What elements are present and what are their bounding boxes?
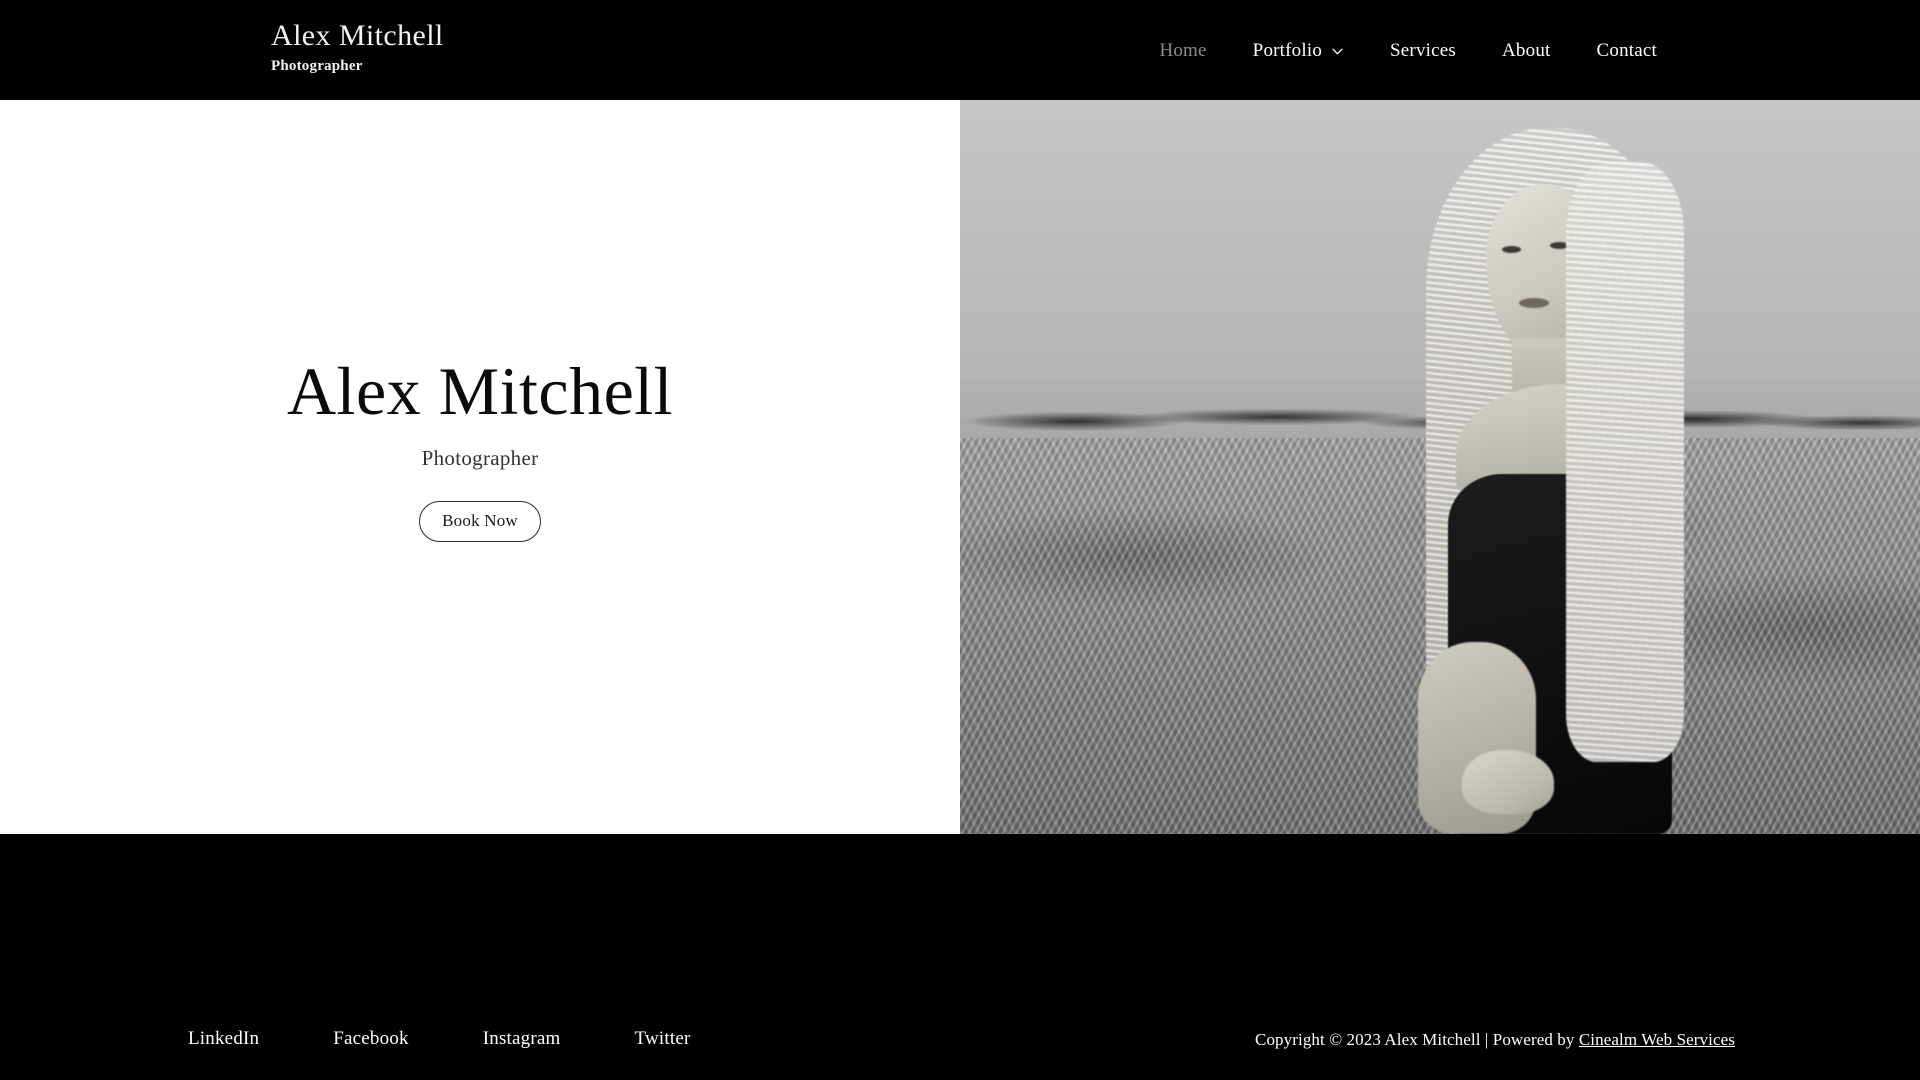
nav-item-services-label: Services [1390, 39, 1456, 61]
site-footer: LinkedIn Facebook Instagram Twitter Copy… [0, 834, 1920, 1080]
hero-subtitle: Photographer [421, 445, 539, 470]
social-link-twitter[interactable]: Twitter [635, 1028, 691, 1050]
nav-item-about-label: About [1502, 39, 1551, 61]
nav-item-portfolio-label: Portfolio [1252, 39, 1323, 61]
page-title: Alex Mitchell [286, 353, 674, 429]
nav-item-services[interactable]: Services [1367, 41, 1479, 60]
social-link-facebook[interactable]: Facebook [333, 1028, 408, 1050]
social-link-linkedin[interactable]: LinkedIn [188, 1028, 259, 1050]
brand-logo[interactable]: Alex Mitchell Photographer [271, 18, 444, 74]
footer-social-links: LinkedIn Facebook Instagram Twitter [188, 1028, 691, 1050]
brand-tagline: Photographer [271, 58, 363, 74]
site-header: Alex Mitchell Photographer Home Portfoli… [0, 0, 1920, 100]
hero-text-column: Alex Mitchell Photographer Book Now [0, 100, 960, 834]
subject-hand [1462, 750, 1554, 814]
footer-credit-link[interactable]: Cinealm Web Services [1579, 1030, 1735, 1049]
social-link-instagram[interactable]: Instagram [483, 1028, 561, 1050]
footer-copyright: Copyright © 2023 Alex Mitchell | Powered… [1255, 1030, 1735, 1050]
nav-item-home[interactable]: Home [1136, 41, 1229, 60]
subject-lips [1519, 298, 1549, 308]
nav-item-about[interactable]: About [1479, 41, 1574, 60]
nav-item-contact[interactable]: Contact [1574, 41, 1681, 60]
photo-subject [1390, 122, 1720, 834]
footer-copyright-text: Copyright © 2023 Alex Mitchell | Powered… [1255, 1030, 1579, 1049]
nav-item-portfolio[interactable]: Portfolio [1230, 41, 1367, 60]
book-now-button[interactable]: Book Now [419, 500, 541, 542]
nav-item-home-label: Home [1159, 39, 1207, 61]
brand-name: Alex Mitchell [271, 19, 444, 52]
hero-section: Alex Mitchell Photographer Book Now [0, 100, 1920, 834]
hero-photo [960, 100, 1920, 834]
chevron-down-icon [1331, 45, 1344, 58]
subject-hair-front [1566, 162, 1684, 762]
page-root: Alex Mitchell Photographer Home Portfoli… [0, 0, 1920, 1080]
subject-eye-left [1502, 246, 1521, 253]
nav-item-contact-label: Contact [1596, 39, 1657, 61]
main-navigation: Home Portfolio Services About Contact [1136, 0, 1680, 100]
